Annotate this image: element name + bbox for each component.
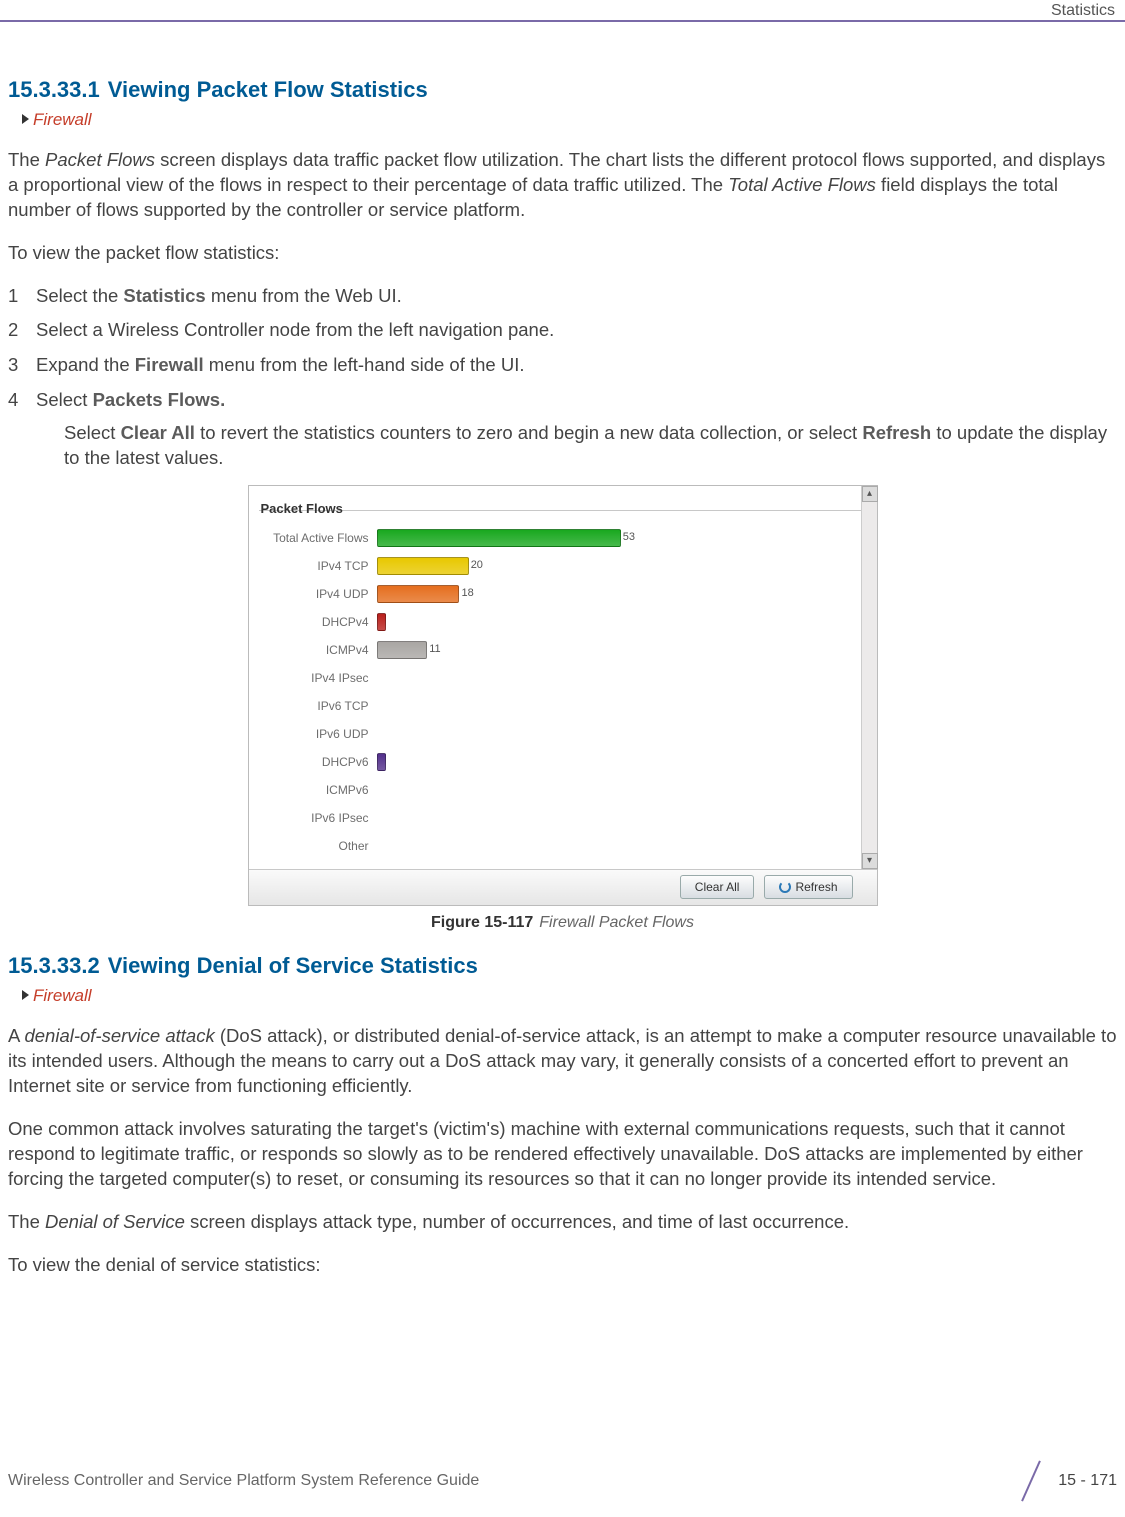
bar-row: IPv6 IPsec: [259, 805, 861, 831]
bar-value: 11: [429, 642, 440, 657]
bar-label: IPv6 TCP: [259, 698, 377, 714]
bar-label: IPv6 UDP: [259, 726, 377, 742]
clear-all-button[interactable]: Clear All: [680, 875, 755, 899]
bar: [377, 529, 621, 547]
bar-row: IPv4 UDP 18: [259, 581, 861, 607]
breadcrumb-label: Firewall: [33, 986, 92, 1005]
bar-label: IPv4 IPsec: [259, 670, 377, 686]
step-3: Expand the Firewall menu from the left-h…: [8, 353, 1117, 378]
bar-row: Other: [259, 833, 861, 859]
bar-cell: 20: [377, 557, 861, 575]
bar-cell: 11: [377, 641, 861, 659]
bar-cell: 53: [377, 529, 861, 547]
step-4: Select Packets Flows. Select Clear All t…: [8, 388, 1117, 471]
bar-row: DHCPv4: [259, 609, 861, 635]
step-1: Select the Statistics menu from the Web …: [8, 284, 1117, 309]
bar: [377, 753, 386, 771]
section-heading-1: 15.3.33.1 Viewing Packet Flow Statistics: [8, 75, 1117, 105]
bar-label: Other: [259, 838, 377, 854]
bar-label: IPv4 UDP: [259, 586, 377, 602]
bar-label: Total Active Flows: [259, 530, 377, 546]
bar-label: ICMPv6: [259, 782, 377, 798]
dos-paragraph-3: The Denial of Service screen displays at…: [8, 1210, 1117, 1235]
bar-label: DHCPv6: [259, 754, 377, 770]
intro-paragraph: The Packet Flows screen displays data tr…: [8, 148, 1117, 223]
bar-value: 18: [461, 586, 473, 601]
bar-row: IPv6 TCP: [259, 693, 861, 719]
figure-screenshot: ▴ ▾ Packet Flows Total Active Flows53IPv…: [248, 485, 878, 906]
figure-title: Firewall Packet Flows: [539, 914, 694, 931]
step-4-sub: Select Clear All to revert the statistic…: [64, 421, 1117, 471]
bar-chart: Total Active Flows 53 IPv4 TCP 20 IPv4 UDP 18…: [259, 510, 861, 859]
section-number: 15.3.33.1: [8, 77, 100, 102]
lead-in-2: To view the denial of service statistics…: [8, 1253, 1117, 1278]
bar-cell: [377, 613, 861, 631]
refresh-button[interactable]: Refresh: [764, 875, 852, 899]
header-rule: [0, 20, 1125, 22]
bar-row: IPv6 UDP: [259, 721, 861, 747]
button-row: Clear All Refresh: [249, 869, 877, 905]
bar: [377, 641, 428, 659]
packet-flows-panel: Packet Flows Total Active Flows53IPv4 TC…: [259, 496, 861, 859]
bar-label: ICMPv4: [259, 642, 377, 658]
figure-number: Figure 15-117: [431, 914, 533, 931]
page-number-box: 15 - 171: [1012, 1463, 1117, 1499]
scroll-down-icon[interactable]: ▾: [862, 853, 878, 869]
bar-row: DHCPv6: [259, 749, 861, 775]
bar-row: ICMPv4 11: [259, 637, 861, 663]
bar-cell: 18: [377, 585, 861, 603]
bar-row: IPv4 TCP 20: [259, 553, 861, 579]
running-head: Statistics: [1051, 2, 1115, 20]
dos-paragraph-2: One common attack involves saturating th…: [8, 1117, 1117, 1192]
section-title: Viewing Denial of Service Statistics: [108, 953, 478, 978]
bar: [377, 613, 386, 631]
page-content: 15.3.33.1Viewing Packet Flow Statistics …: [8, 75, 1117, 1457]
bar-value: 20: [471, 558, 483, 573]
step-2: Select a Wireless Controller node from t…: [8, 318, 1117, 343]
footer-guide-title: Wireless Controller and Service Platform…: [8, 1472, 479, 1490]
section-number: 15.3.33.2: [8, 953, 100, 978]
steps-list: Select the Statistics menu from the Web …: [8, 284, 1117, 472]
section-title: Viewing Packet Flow Statistics: [108, 77, 428, 102]
bar-value: 53: [623, 530, 635, 545]
bar-cell: [377, 753, 861, 771]
slash-divider-icon: [1012, 1463, 1048, 1499]
bar-label: DHCPv4: [259, 614, 377, 630]
bar-label: IPv6 IPsec: [259, 810, 377, 826]
lead-in-1: To view the packet flow statistics:: [8, 241, 1117, 266]
page-number: 15 - 171: [1058, 1472, 1117, 1490]
figure-wrap: ▴ ▾ Packet Flows Total Active Flows53IPv…: [8, 485, 1117, 933]
refresh-icon: [779, 881, 791, 893]
breadcrumb-1: Firewall: [22, 109, 1117, 132]
triangle-right-icon: [22, 114, 29, 124]
section-heading-2: 15.3.33.2 Viewing Denial of Service Stati…: [8, 951, 1117, 981]
figure-caption: Figure 15-117 Firewall Packet Flows: [8, 912, 1117, 934]
bar-row: Total Active Flows 53: [259, 525, 861, 551]
bar-row: IPv4 IPsec: [259, 665, 861, 691]
scrollbar[interactable]: ▴ ▾: [861, 486, 877, 869]
triangle-right-icon: [22, 990, 29, 1000]
scroll-up-icon[interactable]: ▴: [862, 486, 878, 502]
bar-row: ICMPv6: [259, 777, 861, 803]
dos-paragraph-1: A denial-of-service attack (DoS attack),…: [8, 1024, 1117, 1099]
page-footer: Wireless Controller and Service Platform…: [8, 1463, 1117, 1499]
breadcrumb-label: Firewall: [33, 110, 92, 129]
breadcrumb-2: Firewall: [22, 985, 1117, 1008]
bar-label: IPv4 TCP: [259, 558, 377, 574]
bar: [377, 585, 460, 603]
bar: [377, 557, 469, 575]
